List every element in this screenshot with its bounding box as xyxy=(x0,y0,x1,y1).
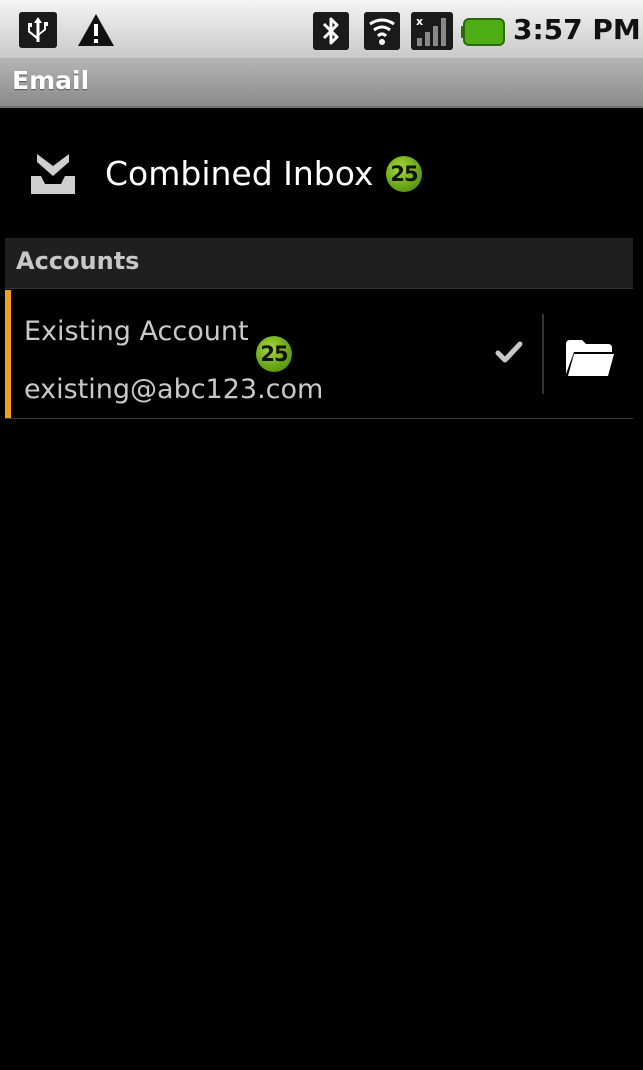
wifi-icon xyxy=(364,12,400,50)
combined-inbox-label: Combined Inbox xyxy=(105,154,374,193)
accounts-section-header: Accounts xyxy=(5,238,633,289)
account-color-chip xyxy=(5,290,11,418)
battery-icon xyxy=(461,18,505,46)
status-bar: x 3:57 PM xyxy=(0,0,643,58)
account-unread-badge: 25 xyxy=(256,336,292,372)
bluetooth-icon xyxy=(313,12,349,50)
title-bar: Email xyxy=(0,58,643,108)
svg-text:x: x xyxy=(416,15,423,28)
check-icon xyxy=(495,341,523,363)
accounts-header-label: Accounts xyxy=(16,247,140,275)
inbox-download-icon xyxy=(31,154,75,194)
combined-inbox-unread-badge: 25 xyxy=(386,156,422,192)
combined-inbox-row[interactable]: Combined Inbox 25 xyxy=(5,108,643,238)
warning-icon xyxy=(78,14,114,46)
account-row[interactable]: Existing Account existing@abc123.com 25 xyxy=(5,290,633,419)
account-name: Existing Account xyxy=(24,316,249,347)
usb-icon xyxy=(19,12,57,48)
folder-icon[interactable] xyxy=(564,338,614,378)
clock: 3:57 PM xyxy=(513,13,641,46)
row-divider xyxy=(542,314,544,394)
signal-icon: x xyxy=(411,12,453,50)
app-title: Email xyxy=(12,66,90,95)
account-email: existing@abc123.com xyxy=(24,374,324,405)
